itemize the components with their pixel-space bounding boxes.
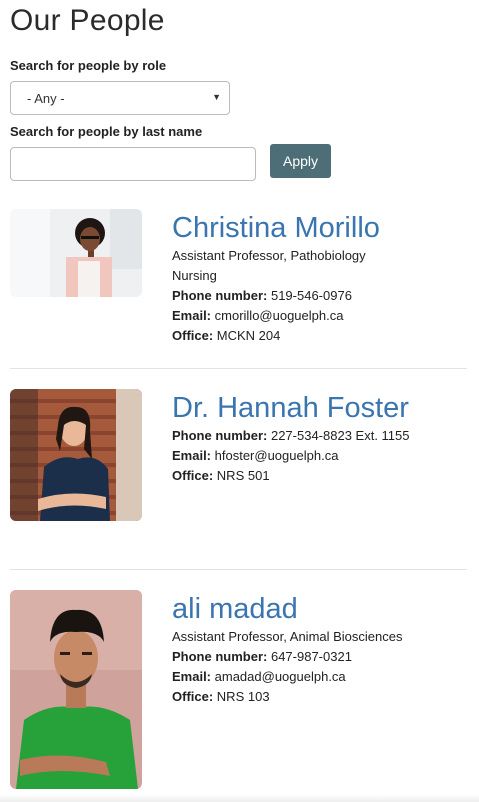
phone-label: Phone number: xyxy=(172,649,268,664)
person-title: Assistant Professor, Animal Biosciences xyxy=(172,629,403,644)
email-label: Email: xyxy=(172,308,212,323)
chevron-down-icon: ▼ xyxy=(212,92,221,102)
person-name-link[interactable]: ali madad xyxy=(172,591,403,627)
office-label: Office: xyxy=(172,468,214,483)
email-value[interactable]: hfoster@uoguelph.ca xyxy=(215,448,339,463)
person-office: Office: NRS 501 xyxy=(172,466,410,486)
divider xyxy=(10,569,467,570)
person-info: Christina Morillo Assistant Professor, P… xyxy=(172,209,380,346)
person-photo[interactable] xyxy=(10,590,142,789)
person-phone: Phone number: 519-546-0976 xyxy=(172,286,380,306)
phone-label: Phone number: xyxy=(172,428,268,443)
person-email: Email: cmorillo@uoguelph.ca xyxy=(172,306,380,326)
email-value[interactable]: cmorillo@uoguelph.ca xyxy=(215,308,344,323)
role-select-value: - Any - xyxy=(27,91,65,106)
person-title: Assistant Professor, Pathobiology xyxy=(172,248,366,263)
person-email: Email: hfoster@uoguelph.ca xyxy=(172,446,410,466)
email-label: Email: xyxy=(172,448,212,463)
person-phone: Phone number: 227-534-8823 Ext. 1155 xyxy=(172,426,410,446)
person-name-link[interactable]: Dr. Hannah Foster xyxy=(172,390,410,426)
person-photo[interactable] xyxy=(10,209,142,297)
person-office: Office: MCKN 204 xyxy=(172,326,380,346)
person-phone: Phone number: 647-987-0321 xyxy=(172,647,403,667)
apply-button[interactable]: Apply xyxy=(270,144,331,178)
person-photo[interactable] xyxy=(10,389,142,521)
person-office: Office: NRS 103 xyxy=(172,687,403,707)
office-label: Office: xyxy=(172,328,214,343)
person-name-link[interactable]: Christina Morillo xyxy=(172,210,380,246)
phone-value: 647-987-0321 xyxy=(270,649,352,664)
office-value: NRS 501 xyxy=(216,468,270,483)
role-select[interactable]: - Any - ▼ xyxy=(10,81,230,115)
email-label: Email: xyxy=(172,669,212,684)
phone-label: Phone number: xyxy=(172,288,268,303)
person-info: ali madad Assistant Professor, Animal Bi… xyxy=(172,590,403,707)
phone-value: 227-534-8823 Ext. 1155 xyxy=(270,428,410,443)
office-label: Office: xyxy=(172,689,214,704)
last-name-search-label: Search for people by last name xyxy=(10,124,203,139)
email-value[interactable]: amadad@uoguelph.ca xyxy=(215,669,346,684)
person-info: Dr. Hannah Foster Phone number: 227-534-… xyxy=(172,389,410,486)
person-email: Email: amadad@uoguelph.ca xyxy=(172,667,403,687)
office-value: NRS 103 xyxy=(216,689,270,704)
divider xyxy=(10,368,467,369)
person-department: Nursing xyxy=(172,268,217,283)
last-name-input[interactable] xyxy=(10,147,256,181)
page-title: Our People xyxy=(10,4,165,37)
phone-value: 519-546-0976 xyxy=(270,288,352,303)
bottom-edge xyxy=(0,794,479,802)
office-value: MCKN 204 xyxy=(216,328,281,343)
role-search-label: Search for people by role xyxy=(10,58,167,73)
